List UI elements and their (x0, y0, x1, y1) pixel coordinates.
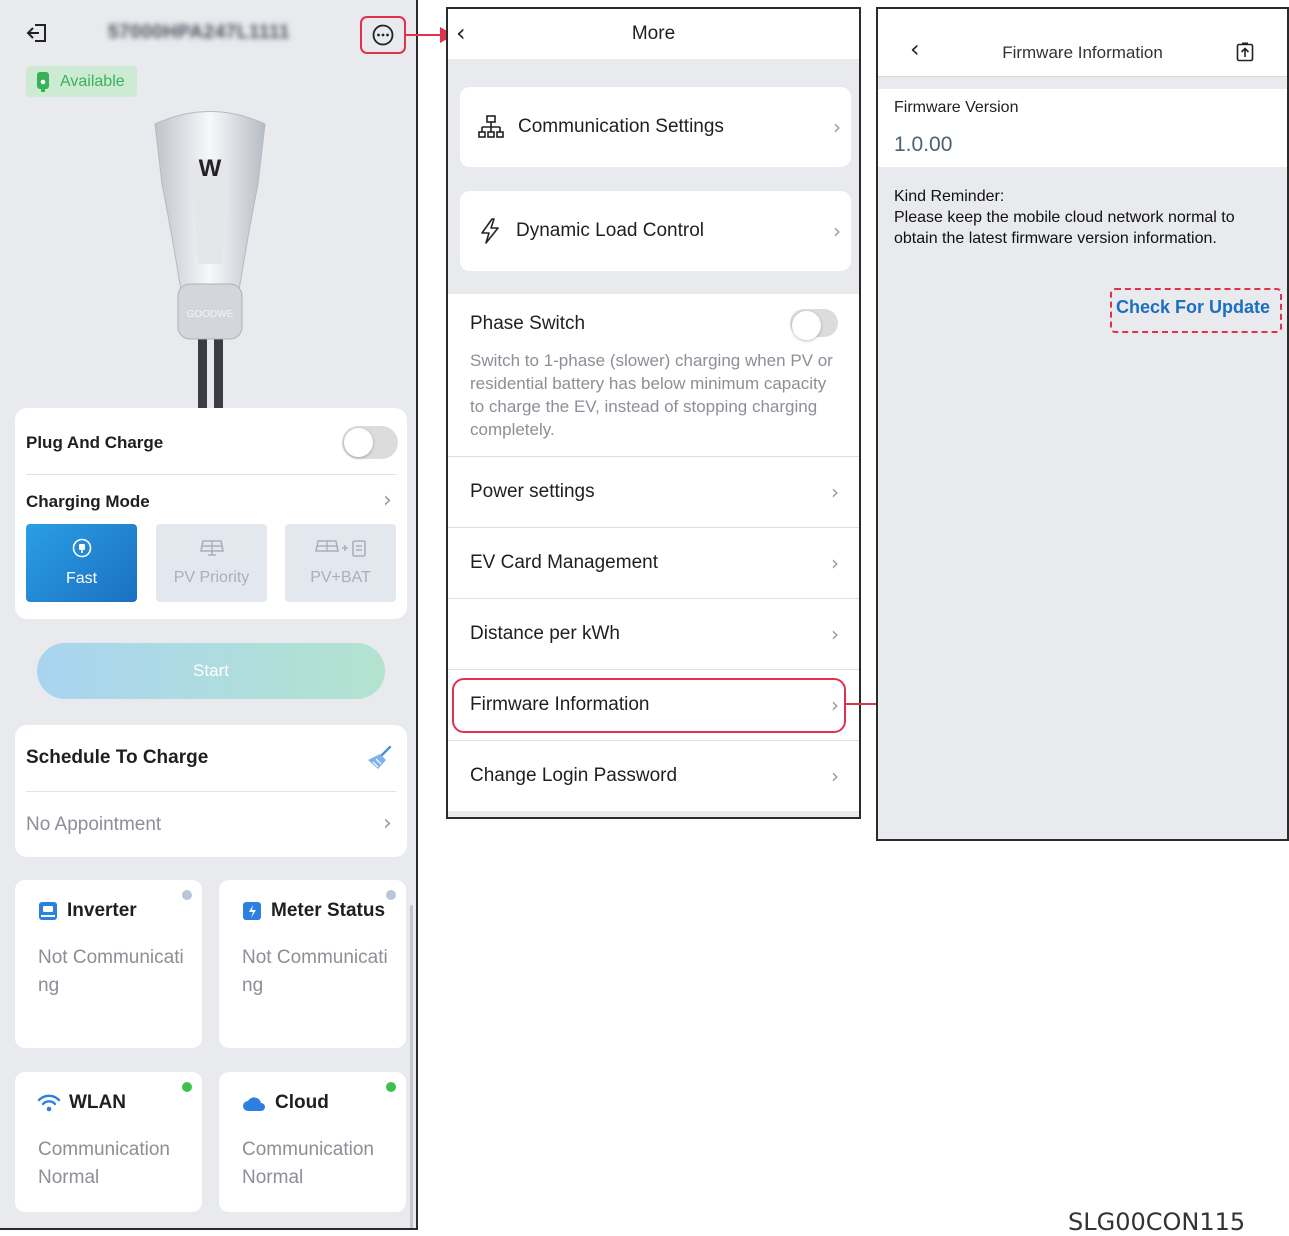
check-for-update-link[interactable]: Check For Update (1116, 297, 1270, 318)
mode-label: Fast (65, 570, 98, 587)
more-screen: ‹ More Communication Settings › Dynamic … (446, 7, 861, 819)
dynamic-load-control-item[interactable]: Dynamic Load Control › (460, 191, 851, 271)
plug-and-charge-label: Plug And Charge (26, 433, 164, 452)
inverter-card[interactable]: Inverter Not Communicating (15, 880, 202, 1048)
divider (26, 791, 396, 792)
chevron-right-icon: › (831, 480, 839, 504)
schedule-title: Schedule To Charge (26, 747, 209, 768)
firmware-screen: ‹ Firmware Information Firmware Version … (876, 7, 1289, 841)
more-options-icon[interactable] (372, 24, 394, 46)
charger-image: W GOODWE (140, 104, 280, 409)
chevron-right-icon: › (833, 115, 841, 139)
card-value: Not Communicating (38, 947, 184, 996)
item-label: Power settings (470, 481, 595, 502)
mode-label: PV Priority (173, 569, 250, 586)
scrollbar[interactable] (410, 905, 413, 1228)
plug-and-charge-toggle[interactable] (342, 426, 398, 459)
lightning-icon (478, 217, 502, 245)
card-title: Meter Status (271, 900, 386, 921)
page-title: More (631, 23, 676, 44)
item-label: EV Card Management (470, 552, 658, 573)
network-icon (478, 114, 504, 140)
figure-code: SLG00CON115 (1068, 1208, 1246, 1236)
charger-home-screen: 57000HPA247L1111 Available W GOODWE Plug… (0, 0, 418, 1230)
chevron-right-icon: › (831, 551, 839, 575)
solar-battery-icon (314, 539, 367, 557)
card-value: Not Communicating (242, 947, 388, 996)
phase-switch-toggle[interactable] (790, 309, 838, 340)
meter-status-card[interactable]: Meter Status Not Communicating (219, 880, 406, 1048)
communication-settings-item[interactable]: Communication Settings › (460, 87, 851, 167)
card-title: Inverter (67, 900, 137, 921)
phase-switch-title: Phase Switch (470, 313, 586, 334)
inverter-icon (37, 900, 59, 922)
cloud-icon (241, 1093, 267, 1113)
page-title: Firmware Information (1002, 43, 1163, 62)
firmware-version-label: Firmware Version (894, 99, 1019, 116)
phase-switch-description: Switch to 1-phase (slower) charging when… (470, 351, 833, 439)
wifi-icon (37, 1093, 61, 1113)
firmware-highlight (452, 678, 846, 733)
solar-panel-icon (199, 539, 224, 557)
item-label: Distance per kWh (470, 623, 620, 644)
mode-pv-priority-button[interactable]: PV Priority (156, 524, 267, 602)
ev-card-management-item[interactable]: EV Card Management › (448, 527, 859, 598)
schedule-value: No Appointment (26, 814, 162, 835)
plug-icon (72, 538, 92, 558)
chevron-right-icon: › (831, 622, 839, 646)
status-dot (182, 890, 192, 900)
change-login-password-item[interactable]: Change Login Password › (448, 740, 859, 811)
status-badge: Available (26, 66, 137, 97)
power-settings-item[interactable]: Power settings › (448, 456, 859, 527)
firmware-version-value: 1.0.00 (894, 133, 953, 156)
charging-mode-chevron-icon[interactable]: › (383, 488, 392, 513)
cloud-card[interactable]: Cloud Communication Normal (219, 1072, 406, 1212)
meter-icon (241, 900, 263, 922)
chevron-right-icon: › (833, 219, 841, 243)
upload-icon[interactable] (1236, 42, 1254, 62)
wlan-card[interactable]: WLAN Communication Normal (15, 1072, 202, 1212)
exit-icon[interactable] (26, 22, 48, 44)
card-value: Communication Normal (38, 1139, 170, 1188)
distance-per-kwh-item[interactable]: Distance per kWh › (448, 598, 859, 669)
chevron-right-icon: › (831, 764, 839, 788)
schedule-chevron-icon[interactable]: › (383, 811, 392, 836)
mode-pv-bat-button[interactable]: PV+BAT (285, 524, 396, 602)
status-dot (386, 1082, 396, 1092)
item-label: Dynamic Load Control (516, 220, 704, 241)
status-badge-label: Available (60, 72, 125, 90)
mode-label: PV+BAT (310, 569, 371, 586)
svg-text:W: W (199, 155, 222, 182)
card-title: Cloud (275, 1092, 329, 1113)
charging-mode-label: Charging Mode (26, 492, 150, 511)
device-id: 57000HPA247L1111 (108, 22, 290, 43)
mode-fast-button[interactable]: Fast (26, 524, 137, 602)
item-label: Communication Settings (518, 116, 724, 137)
item-label: Change Login Password (470, 765, 678, 786)
arrow-line (406, 34, 444, 36)
schedule-broom-icon[interactable] (366, 744, 394, 772)
card-title: WLAN (69, 1092, 126, 1113)
card-value: Communication Normal (242, 1139, 374, 1188)
svg-text:GOODWE: GOODWE (187, 309, 234, 320)
status-dot (182, 1082, 192, 1092)
start-button[interactable]: Start (37, 643, 385, 699)
status-dot (386, 890, 396, 900)
kind-reminder-text: Kind Reminder: Please keep the mobile cl… (894, 188, 1235, 247)
charger-status-icon (36, 71, 50, 93)
divider (26, 474, 396, 475)
